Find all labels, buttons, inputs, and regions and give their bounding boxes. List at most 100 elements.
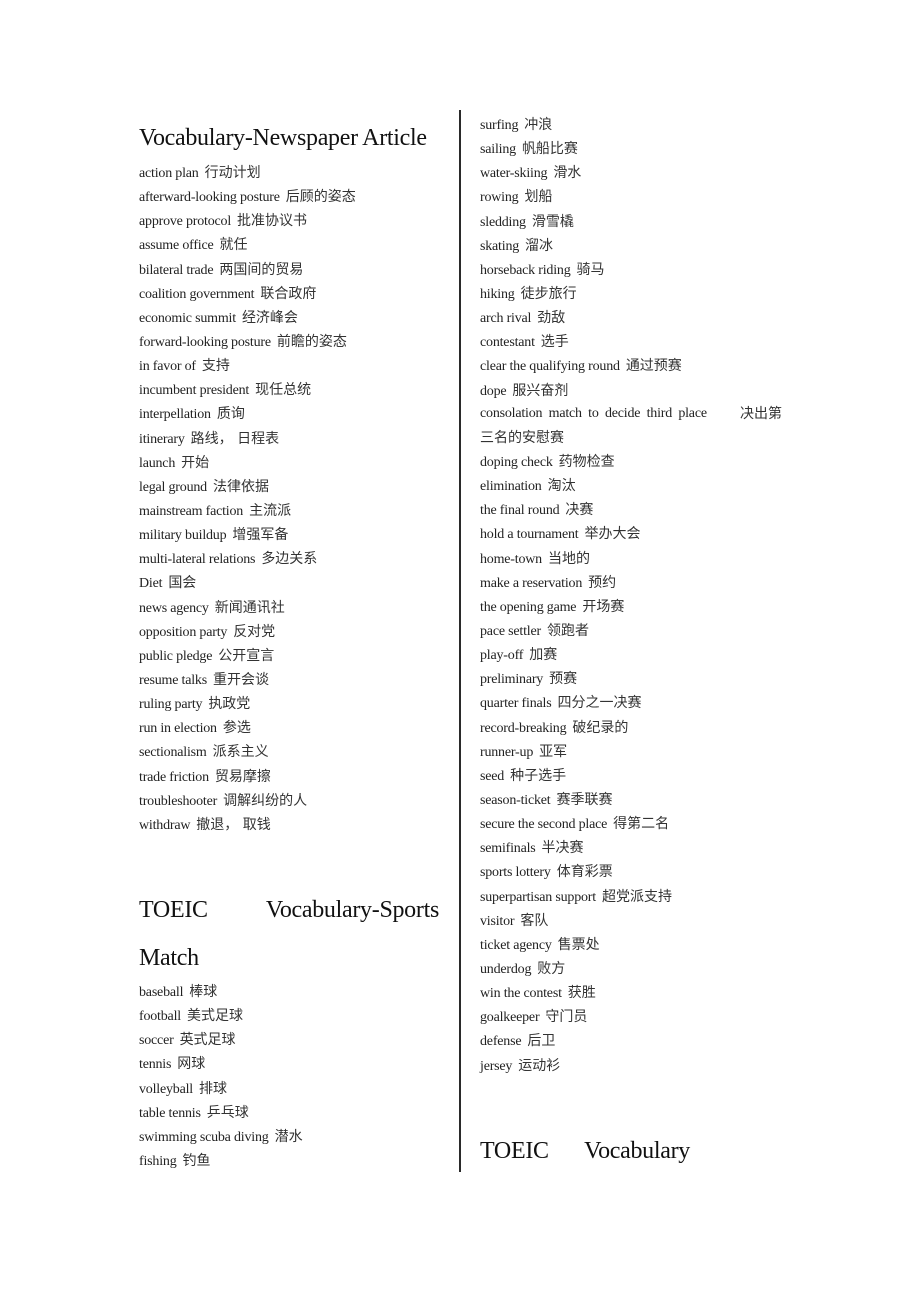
entry-english: horseback riding xyxy=(480,262,571,278)
vocab-entry: surfing 冲浪 xyxy=(480,113,682,137)
vocab-entry: hiking 徒步旅行 xyxy=(480,282,682,306)
vocab-entry: trade friction 贸易摩擦 xyxy=(139,765,356,789)
entry-english: doping check xyxy=(480,455,553,470)
vocab-entry: jersey 运动衫 xyxy=(480,1054,672,1078)
entry-chinese: 新闻通讯社 xyxy=(214,599,285,616)
entry-english: baseball xyxy=(139,985,184,1000)
entry-chinese: 批准协议书 xyxy=(237,213,308,230)
entry-english: coalition government xyxy=(139,286,255,302)
entry-chinese: 滑水 xyxy=(553,165,582,182)
entry-english: launch xyxy=(139,455,176,471)
entry-chinese: 预赛 xyxy=(549,671,578,688)
entry-english: military buildup xyxy=(139,528,227,544)
vocab-entry: bilateral trade 两国间的贸易 xyxy=(139,258,356,282)
entry-english: underdog xyxy=(480,961,532,977)
vocab-entry: superpartisan support 超党派支持 xyxy=(480,885,672,909)
entry-chinese: 帆船比赛 xyxy=(521,141,578,158)
section-heading-toeic-vocabulary: TOEIC Vocabulary xyxy=(480,1127,690,1175)
entry-english: skating xyxy=(480,238,520,254)
entry-english: football xyxy=(139,1009,181,1025)
entry-chinese: 联合政府 xyxy=(260,285,317,302)
vocab-entry: visitor 客队 xyxy=(480,909,672,933)
entry-english: Diet xyxy=(139,576,163,592)
entry-chinese: 冲浪 xyxy=(524,117,553,133)
entry-chinese: 主流派 xyxy=(249,502,292,519)
vocab-entry: launch 开始 xyxy=(139,451,356,475)
entry-chinese: 调解纠纷的人 xyxy=(223,792,308,809)
entry-english: the opening game xyxy=(480,599,577,615)
entry-chinese: 得第二名 xyxy=(613,816,670,833)
vocab-entry: sailing 帆船比赛 xyxy=(480,137,682,161)
entry-chinese: 客队 xyxy=(520,912,549,929)
vocab-entry: itinerary 路线， 日程表 xyxy=(139,427,356,451)
entry-chinese: 排球 xyxy=(199,1080,227,1097)
entry-english: hold a tournament xyxy=(480,527,579,543)
entry-english: sledding xyxy=(480,214,526,230)
entry-chinese: 多边关系 xyxy=(261,551,318,568)
entry-chinese: 守门员 xyxy=(545,1009,588,1026)
vocab-entry: semifinals 半决赛 xyxy=(480,836,672,860)
entry-chinese: 溜冰 xyxy=(525,237,554,254)
sports-vocab-list: baseball 棒球 football 美式足球 soccer 英式足球 tennis 网球… xyxy=(139,980,303,1173)
vocab-entry: sports lottery 体育彩票 xyxy=(480,860,672,884)
vocab-entry: skating 溜冰 xyxy=(480,234,682,258)
section-heading-newspaper: Vocabulary-Newspaper Article xyxy=(139,125,427,151)
entry-english: sectionalism xyxy=(139,745,207,761)
entry-chinese: 划船 xyxy=(524,189,553,206)
entry-english: the final round xyxy=(480,503,560,519)
entry-english: action plan xyxy=(139,166,199,181)
vocab-entry: ruling party 执政党 xyxy=(139,692,356,716)
entry-chinese: 质询 xyxy=(216,406,245,423)
entry-english: hiking xyxy=(480,286,515,302)
entry-chinese: 经济峰会 xyxy=(241,309,298,326)
heading-word-toeic: TOEIC xyxy=(139,897,208,923)
entry-chinese: 潜水 xyxy=(274,1128,303,1145)
heading-word-vocabulary-sports: Vocabulary-Sports xyxy=(265,897,439,923)
entry-english: seed xyxy=(480,768,505,784)
vocab-entry: hold a tournament 举办大会 xyxy=(480,522,672,546)
entry-english: economic summit xyxy=(139,310,236,326)
entry-chinese: 支持 xyxy=(201,358,230,375)
sports-vocab-list-continued: surfing 冲浪 sailing 帆船比赛 water-skiing 滑水 rowing… xyxy=(480,113,682,403)
entry-english: arch rival xyxy=(480,311,532,327)
entry-chinese: 劲敌 xyxy=(537,310,566,327)
vocab-entry: defense 后卫 xyxy=(480,1029,672,1053)
entry-chinese: 举办大会 xyxy=(584,526,641,543)
entry-chinese: 反对党 xyxy=(233,623,276,640)
vocab-entry: sledding 滑雪橇 xyxy=(480,210,682,234)
vocab-entry: record-breaking 破纪录的 xyxy=(480,716,672,740)
entry-chinese: 钓鱼 xyxy=(182,1152,211,1169)
entry-english: swimming scuba diving xyxy=(139,1129,269,1145)
vocab-entry: resume talks 重开会谈 xyxy=(139,668,356,692)
entry-english: opposition party xyxy=(139,624,228,640)
entry-english: forward-looking posture xyxy=(139,334,271,350)
entry-english: defense xyxy=(480,1034,522,1050)
column-divider xyxy=(459,110,461,1172)
entry-english: troubleshooter xyxy=(139,793,218,809)
vocab-entry: forward-looking posture 前瞻的姿态 xyxy=(139,330,356,354)
vocab-entry: water-skiing 滑水 xyxy=(480,161,682,185)
entry-english: make a reservation xyxy=(480,575,583,591)
vocab-entry: opposition party 反对党 xyxy=(139,620,356,644)
entry-english: soccer xyxy=(139,1033,174,1049)
entry-english: clear the qualifying round xyxy=(480,359,620,375)
entry-chinese: 后卫 xyxy=(527,1033,556,1050)
entry-english: incumbent president xyxy=(139,383,250,399)
entry-chinese: 决赛 xyxy=(565,502,594,519)
entry-english: semifinals xyxy=(480,841,536,857)
entry-chinese: 国会 xyxy=(168,575,197,592)
sports-vocab-list-continued-2: doping check 药物检查 elimination 淘汰 the final r… xyxy=(480,450,672,1078)
entry-english: season-ticket xyxy=(480,792,551,808)
vocab-entry: rowing 划船 xyxy=(480,185,682,209)
vocab-entry: economic summit 经济峰会 xyxy=(139,306,356,330)
entry-english: ruling party xyxy=(139,697,203,713)
vocab-entry: incumbent president 现任总统 xyxy=(139,378,356,402)
entry-english: runner-up xyxy=(480,744,534,760)
entry-chinese: 加赛 xyxy=(529,647,558,664)
vocab-entry: season-ticket 赛季联赛 xyxy=(480,788,672,812)
entry-chinese: 就任 xyxy=(219,237,248,254)
entry-chinese: 当地的 xyxy=(547,550,590,567)
entry-chinese: 贸易摩擦 xyxy=(214,768,271,785)
entry-chinese: 药物检查 xyxy=(558,454,615,470)
vocab-entry: contestant 选手 xyxy=(480,330,682,354)
